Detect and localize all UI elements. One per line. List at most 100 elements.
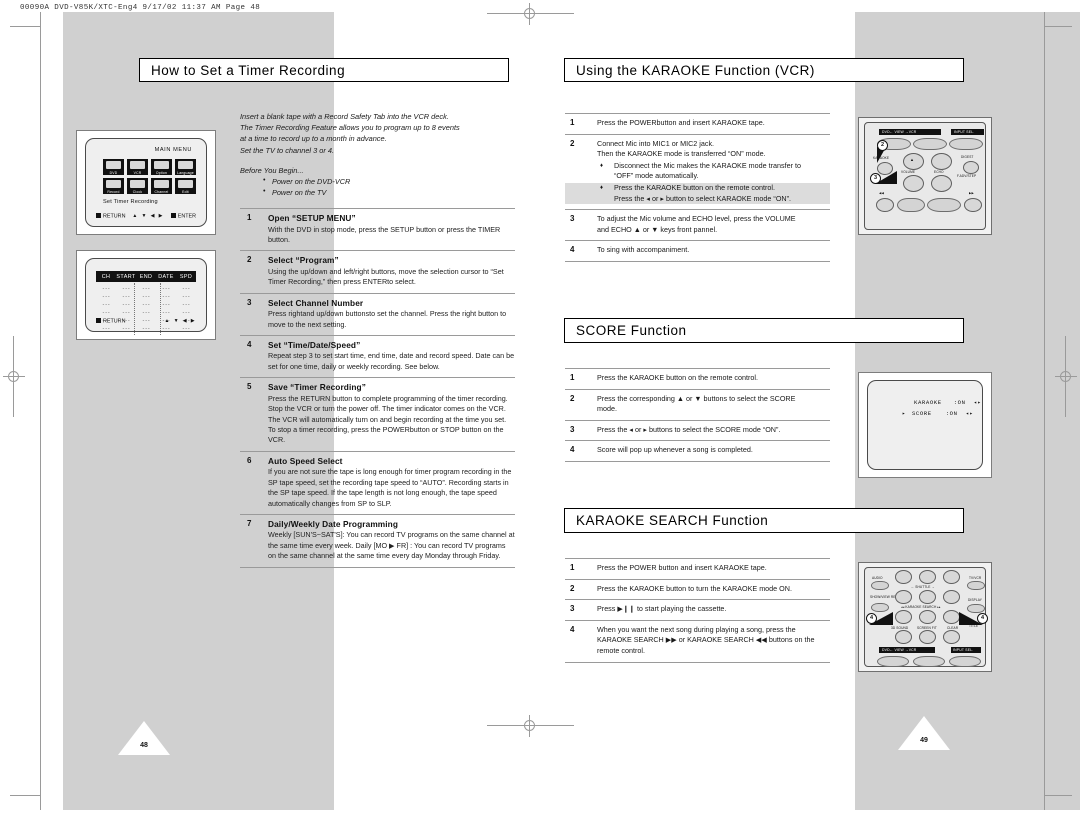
- remote-button-echo-up[interactable]: [931, 153, 952, 170]
- label-display: DISPLAY: [968, 598, 982, 602]
- col-end: END: [139, 273, 153, 280]
- remote-button-volume-down[interactable]: [903, 175, 924, 192]
- table-cell: - - -: [102, 302, 110, 308]
- illustration-remote-bottom: AUDIO SHOW/VIEW REPEAT TV/VCR DISPLAY TI…: [858, 562, 992, 672]
- substep-line: Disconnect the Mic makes the KARAOKE mod…: [614, 160, 801, 170]
- enter-icon: [170, 212, 176, 218]
- illustration-main-menu-osd: MAIN MENU DVD VCR Option Language Record…: [76, 130, 216, 235]
- step-line: To sing with accompaniment.: [597, 245, 690, 255]
- step-number: 2: [570, 583, 575, 593]
- karaoke-step-1: 1 Press the POWERbutton and insert KARAO…: [565, 113, 830, 134]
- remote-button-play-pause[interactable]: [927, 198, 961, 212]
- section-title-karaoke-search-function: KARAOKE SEARCH Function: [564, 508, 964, 533]
- karaoke-search-steps: 1 Press the POWER button and insert KARA…: [565, 558, 830, 663]
- remote-key-3[interactable]: [943, 570, 960, 584]
- osd-return-hint-2: RETURN: [96, 317, 125, 324]
- osd-icon-option: Option: [151, 159, 172, 175]
- table-cell: - - -: [142, 294, 150, 300]
- before-you-begin-list: Power on the DVD-VCR Power on the TV: [240, 175, 515, 198]
- osd-label-score: SCORE: [911, 410, 932, 417]
- step-line: Press the POWERbutton and insert KARAOKE…: [597, 118, 765, 127]
- table-row: - - -- - -- - -- - -- - -: [96, 293, 196, 301]
- step-heading: Select “Program”: [268, 255, 339, 266]
- section-title-karaoke-function: Using the KARAOKE Function (VCR): [564, 58, 964, 82]
- step-line: Press the KARAOKE button to turn the KAR…: [597, 583, 792, 593]
- col-ch: CH: [101, 273, 111, 280]
- page-number-badge-left: [118, 721, 170, 755]
- table-row: - - -- - -- - -- - -- - -: [96, 301, 196, 309]
- remote-button-view[interactable]: [913, 138, 947, 150]
- remote-key-100[interactable]: [895, 630, 912, 644]
- step-line: KARAOKE SEARCH ▶▶ or KARAOKE SEARCH ◀◀ b…: [597, 635, 815, 645]
- step-number: 7: [247, 518, 252, 528]
- table-cell: - - -: [182, 326, 190, 332]
- step-line: Then the KARAOKE mode is transferred “ON…: [597, 149, 766, 159]
- remote-button-digest[interactable]: [963, 161, 979, 174]
- label-dvd-view-vcr-2: DVD← VIEW →VCR: [882, 647, 917, 652]
- remote-button-input-sel-2[interactable]: [949, 656, 981, 667]
- remote-button-next[interactable]: [964, 198, 982, 212]
- remote-key-7[interactable]: [895, 610, 912, 624]
- page-number-left: 48: [140, 742, 148, 749]
- col-date: DATE: [158, 273, 174, 280]
- search-step-3: 3 Press ▶❙❙ to start playing the cassett…: [565, 599, 830, 620]
- search-step-4: 4 When you want the next song during pla…: [565, 619, 830, 663]
- remote-button-view-2[interactable]: [913, 656, 945, 667]
- step-number: 1: [570, 563, 575, 572]
- remote-key-2[interactable]: [919, 570, 936, 584]
- step-2: 2 Select “Program” Using the up/down and…: [240, 250, 515, 292]
- osd-enter-hint: ENTER: [170, 212, 196, 219]
- step-7: 7 Daily/Weekly Date Programming Weekly […: [240, 513, 515, 568]
- remote-button-show-view[interactable]: [871, 603, 889, 612]
- table-cell: - - -: [142, 326, 150, 332]
- substep-line: Press the ◂ or ▸ button to select KARAOK…: [614, 193, 791, 203]
- illustration-remote-top: DVD← VIEW →VCR INPUT SEL. KARAOKE ▲ VOLU…: [858, 117, 992, 235]
- karaoke-substep-2: Press the KARAOKE button on the remote c…: [597, 183, 826, 204]
- remote-button-echo-down[interactable]: [931, 175, 952, 192]
- remote-key-4[interactable]: [895, 590, 912, 604]
- step-heading: Open “SETUP MENU”: [268, 213, 356, 223]
- osd-icon-grid: DVD VCR Option Language Record Clock Cha…: [103, 159, 196, 194]
- step-number: 2: [247, 255, 252, 265]
- score-function-steps: 1 Press the KARAOKE button on the remote…: [565, 368, 830, 462]
- callout-number-4-right: 4: [977, 613, 988, 624]
- table-cell: - - -: [162, 294, 170, 300]
- step-number: 3: [570, 214, 575, 224]
- osd-screen-main-menu: MAIN MENU DVD VCR Option Language Record…: [85, 138, 207, 227]
- remote-key-0[interactable]: [919, 630, 936, 644]
- step-number: 4: [570, 445, 575, 455]
- label-echo: ECHO: [934, 170, 944, 174]
- remote-key-1[interactable]: [895, 570, 912, 584]
- remote-key-8[interactable]: [919, 610, 936, 624]
- osd-dpad-keys-2: ▲ ▼ ◀ ▶: [164, 317, 196, 324]
- remote-key-5[interactable]: [919, 590, 936, 604]
- remote-button-audio[interactable]: [871, 581, 889, 590]
- remote-button-input-sel[interactable]: [949, 138, 983, 150]
- remote-body-bottom: AUDIO SHOW/VIEW REPEAT TV/VCR DISPLAY TI…: [864, 567, 988, 667]
- remote-key-9[interactable]: [943, 610, 960, 624]
- score-step-2: 2 Press the corresponding ▲ or ▼ buttons…: [565, 388, 830, 420]
- osd-line-score: ▸ SCORE :ON ◂▸: [902, 410, 973, 417]
- remote-button-prev[interactable]: [876, 198, 894, 212]
- osd-return-hint: RETURN: [96, 212, 125, 219]
- remote-label-strip-dvd-vcr-2: DVD← VIEW →VCR: [879, 647, 935, 653]
- table-row: - - -- - -- - -- - -- - -: [96, 309, 196, 317]
- osd-label-karaoke: KARAOKE: [914, 399, 942, 406]
- label-f-adv-step: F.ADV/STEP: [957, 174, 977, 178]
- remote-button-stop[interactable]: [897, 198, 925, 212]
- table-cell: - - -: [102, 310, 110, 316]
- remote-key-6[interactable]: [943, 590, 960, 604]
- osd-line-karaoke: KARAOKE :ON ◂▸: [914, 399, 981, 406]
- step-body: With the DVD in stop mode, press the SET…: [268, 224, 501, 244]
- remote-button-dvd-2[interactable]: [877, 656, 909, 667]
- table-cell: - - -: [162, 326, 170, 332]
- step-line: Press the KARAOKE button on the remote c…: [597, 373, 759, 382]
- callout-number-3: 3: [870, 173, 881, 184]
- remote-key-extra[interactable]: [943, 630, 960, 644]
- remote-button-tv-vcr[interactable]: [967, 581, 985, 590]
- label-input-sel-2: INPUT SEL.: [953, 647, 974, 652]
- step-1: 1 Open “SETUP MENU” With the DVD in stop…: [240, 208, 515, 250]
- label-dvd-view-vcr: DVD← VIEW →VCR: [882, 129, 917, 134]
- section-title-score-function: SCORE Function: [564, 318, 964, 343]
- step-heading: Save “Timer Recording”: [268, 382, 366, 393]
